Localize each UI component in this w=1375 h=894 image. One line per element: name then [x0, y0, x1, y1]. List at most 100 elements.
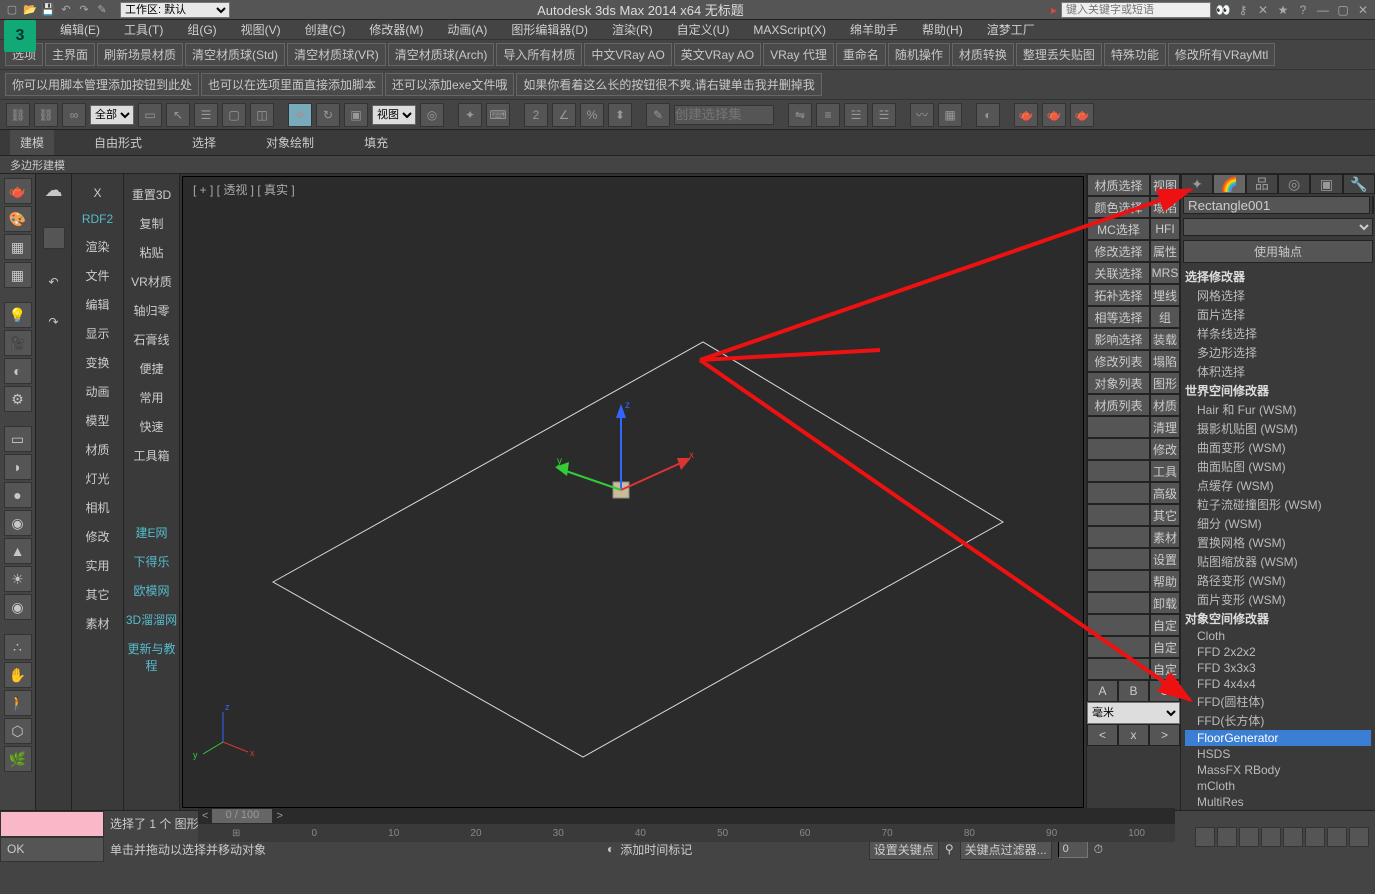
- left-action[interactable]: 3D溜溜网: [124, 605, 179, 634]
- menu-item[interactable]: 图形编辑器(D): [499, 19, 600, 40]
- menu-item[interactable]: 渲梦工厂: [975, 19, 1047, 40]
- selset-abc[interactable]: C: [1149, 680, 1180, 702]
- time-config-icon[interactable]: ⏱: [1094, 842, 1103, 857]
- gear-icon[interactable]: ⚙: [4, 386, 32, 412]
- left-action[interactable]: [124, 506, 179, 518]
- modifier-item[interactable]: 曲面贴图 (WSM): [1185, 457, 1371, 476]
- maximize-viewport-icon[interactable]: [1349, 827, 1369, 847]
- modify-tab-icon[interactable]: 🌈: [1213, 174, 1245, 194]
- zoom-icon[interactable]: [1195, 827, 1215, 847]
- manip-icon[interactable]: ✦: [458, 103, 482, 127]
- script-button[interactable]: 还可以添加exe文件哦: [385, 73, 514, 96]
- fov-icon[interactable]: [1283, 827, 1303, 847]
- left-category[interactable]: RDF2: [72, 206, 123, 232]
- wireframe-icon[interactable]: ◉: [4, 510, 32, 536]
- script-button[interactable]: 导入所有材质: [496, 43, 582, 66]
- render-setup-icon[interactable]: 🫖: [1014, 103, 1038, 127]
- script-button[interactable]: 清空材质球(VR): [287, 43, 386, 66]
- selset-cell[interactable]: 装载: [1150, 328, 1180, 350]
- object-color-swatch[interactable]: [1372, 196, 1374, 214]
- modifier-item[interactable]: MultiRes: [1185, 794, 1371, 810]
- zoom-all-icon[interactable]: [1217, 827, 1237, 847]
- close-icon[interactable]: ✕: [1355, 2, 1371, 18]
- app-icon[interactable]: 3: [4, 20, 36, 52]
- selset-cell[interactable]: 材质: [1150, 394, 1180, 416]
- selset-cell[interactable]: 设置: [1150, 548, 1180, 570]
- left-category[interactable]: 灯光: [72, 464, 123, 493]
- modifier-item[interactable]: HSDS: [1185, 746, 1371, 762]
- modifier-item[interactable]: Hair 和 Fur (WSM): [1185, 400, 1371, 419]
- save-icon[interactable]: 💾: [40, 2, 56, 18]
- left-action[interactable]: 石膏线: [124, 325, 179, 354]
- window-cross-icon[interactable]: ◫: [250, 103, 274, 127]
- menu-item[interactable]: 创建(C): [293, 19, 358, 40]
- snap-angle-icon[interactable]: ∠: [552, 103, 576, 127]
- viewport[interactable]: [ + ] [ 透视 ] [ 真实 ] z x y z x y: [182, 176, 1084, 808]
- left-action[interactable]: 下得乐: [124, 547, 179, 576]
- palette-icon[interactable]: 🎨: [4, 206, 32, 232]
- selset-cell[interactable]: 拓补选择: [1087, 284, 1150, 306]
- workspace-selector[interactable]: 工作区: 默认: [120, 2, 230, 18]
- modifier-item[interactable]: 面片选择: [1185, 305, 1371, 324]
- modifier-item[interactable]: mCloth: [1185, 778, 1371, 794]
- left-nav-redo-icon[interactable]: ↷: [48, 315, 58, 329]
- left-category[interactable]: 实用: [72, 551, 123, 580]
- modifier-item[interactable]: 多边形选择: [1185, 343, 1371, 362]
- orbit-icon[interactable]: [1327, 827, 1347, 847]
- left-category[interactable]: 渲染: [72, 232, 123, 261]
- menu-item[interactable]: 自定义(U): [665, 19, 742, 40]
- script-button[interactable]: 清空材质球(Arch): [388, 43, 495, 66]
- script-button[interactable]: 清空材质球(Std): [185, 43, 285, 66]
- selset-cell[interactable]: [1087, 592, 1150, 614]
- modifier-item[interactable]: FFD(圆柱体): [1185, 692, 1371, 711]
- script-button[interactable]: 刷新场景材质: [97, 43, 183, 66]
- exchange-icon[interactable]: ✕: [1255, 2, 1271, 18]
- selection-filter[interactable]: 全部: [90, 105, 134, 125]
- left-category[interactable]: 动画: [72, 377, 123, 406]
- utilities-tab-icon[interactable]: 🔧: [1343, 174, 1375, 194]
- hemisphere-icon[interactable]: ◗: [4, 454, 32, 480]
- addtime-label[interactable]: 添加时间标记: [620, 841, 692, 858]
- select-arrow-icon[interactable]: ↖: [166, 103, 190, 127]
- scale-tool-icon[interactable]: ▣: [344, 103, 368, 127]
- selset-cell[interactable]: 相等选择: [1087, 306, 1150, 328]
- cone-icon[interactable]: ▲: [4, 538, 32, 564]
- curve-editor-icon[interactable]: 〰: [910, 103, 934, 127]
- left-action[interactable]: 建E网: [124, 518, 179, 547]
- modifier-item[interactable]: 路径变形 (WSM): [1185, 571, 1371, 590]
- undo-icon[interactable]: ↶: [58, 2, 74, 18]
- left-nav-undo-icon[interactable]: ↶: [48, 275, 58, 289]
- selset-cell[interactable]: 修改: [1150, 438, 1180, 460]
- rotate-tool-icon[interactable]: ↻: [316, 103, 340, 127]
- create-tab-icon[interactable]: ✦: [1181, 174, 1213, 194]
- search-input[interactable]: [1061, 2, 1211, 18]
- left-category[interactable]: X: [72, 180, 123, 206]
- selset-cell[interactable]: 其它: [1150, 504, 1180, 526]
- selset-abc[interactable]: B: [1118, 680, 1149, 702]
- rollout-header[interactable]: 使用轴点: [1183, 240, 1373, 263]
- selset-cell[interactable]: 材质列表: [1087, 394, 1150, 416]
- camera-icon[interactable]: 🎥: [4, 330, 32, 356]
- favorite-icon[interactable]: ★: [1275, 2, 1291, 18]
- modifier-item[interactable]: 摄影机贴图 (WSM): [1185, 419, 1371, 438]
- script-button[interactable]: 如果你看着这么长的按钮很不爽,请右键单击我并删掉我: [516, 73, 821, 96]
- render-fb-icon[interactable]: 🫖: [1042, 103, 1066, 127]
- left-action[interactable]: 复制: [124, 209, 179, 238]
- selset-cell[interactable]: [1087, 460, 1150, 482]
- selset-cell[interactable]: 关联选择: [1087, 262, 1150, 284]
- script-button[interactable]: 修改所有VRayMtl: [1168, 43, 1275, 66]
- selset-cell[interactable]: [1087, 636, 1150, 658]
- left-category[interactable]: 编辑: [72, 290, 123, 319]
- script-button[interactable]: 也可以在选项里面直接添加脚本: [201, 73, 383, 96]
- keymode-icon[interactable]: ⌨: [486, 103, 510, 127]
- script-button[interactable]: 特殊功能: [1104, 43, 1166, 66]
- sun-icon[interactable]: ☀: [4, 566, 32, 592]
- glow-icon[interactable]: ◉: [4, 594, 32, 620]
- modifier-item[interactable]: 粒子流碰撞图形 (WSM): [1185, 495, 1371, 514]
- left-action[interactable]: 欧模网: [124, 576, 179, 605]
- bind-icon[interactable]: ∞: [62, 103, 86, 127]
- script-button[interactable]: 英文VRay AO: [674, 43, 761, 66]
- zoom-extents-all-icon[interactable]: [1261, 827, 1281, 847]
- hand-icon[interactable]: ✋: [4, 662, 32, 688]
- menu-item[interactable]: 帮助(H): [910, 19, 975, 40]
